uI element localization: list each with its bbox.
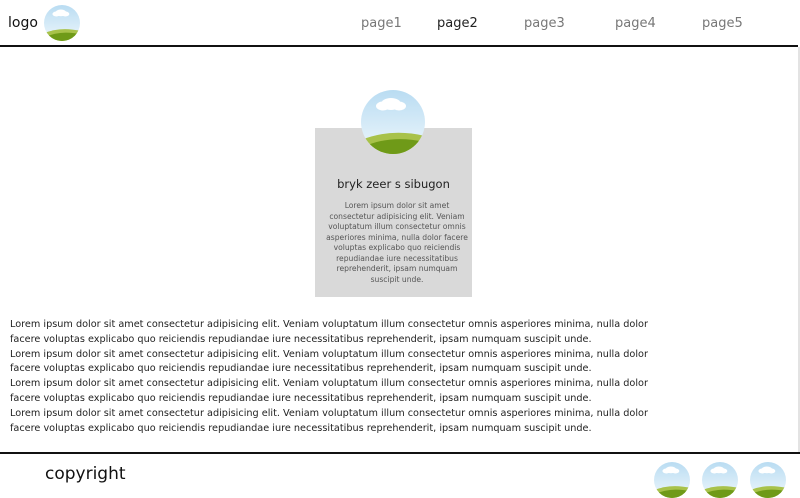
body-paragraph: Lorem ipsum dolor sit amet consectetur a… xyxy=(10,319,648,345)
logo-image-icon[interactable] xyxy=(44,5,80,41)
nav-page5[interactable]: page5 xyxy=(702,16,743,31)
body-paragraph: Lorem ipsum dolor sit amet consectetur a… xyxy=(10,407,648,434)
body-paragraph: Lorem ipsum dolor sit amet consectetur a… xyxy=(10,378,648,404)
card-avatar-icon xyxy=(361,90,425,154)
logo-label[interactable]: logo xyxy=(8,15,38,31)
footer: copyright xyxy=(0,452,800,497)
card-text: Lorem ipsum dolor sit amet consectetur a… xyxy=(326,201,468,284)
nav-page2[interactable]: page2 xyxy=(437,16,478,31)
nav-page4[interactable]: page4 xyxy=(615,16,656,31)
footer-social-icon-3[interactable] xyxy=(750,462,786,498)
body-text: Lorem ipsum dolor sit amet consectetur a… xyxy=(10,318,670,436)
card-title: bryk zeer s sibugon xyxy=(337,177,450,191)
footer-social-icon-2[interactable] xyxy=(702,462,738,498)
nav-page3[interactable]: page3 xyxy=(524,16,565,31)
footer-social-icon-1[interactable] xyxy=(654,462,690,498)
nav-page1[interactable]: page1 xyxy=(361,16,402,31)
body-paragraph: Lorem ipsum dolor sit amet consectetur a… xyxy=(10,348,648,375)
copyright-text: copyright xyxy=(45,464,126,484)
header: logo page1 page2 page3 page4 page5 xyxy=(0,0,798,47)
